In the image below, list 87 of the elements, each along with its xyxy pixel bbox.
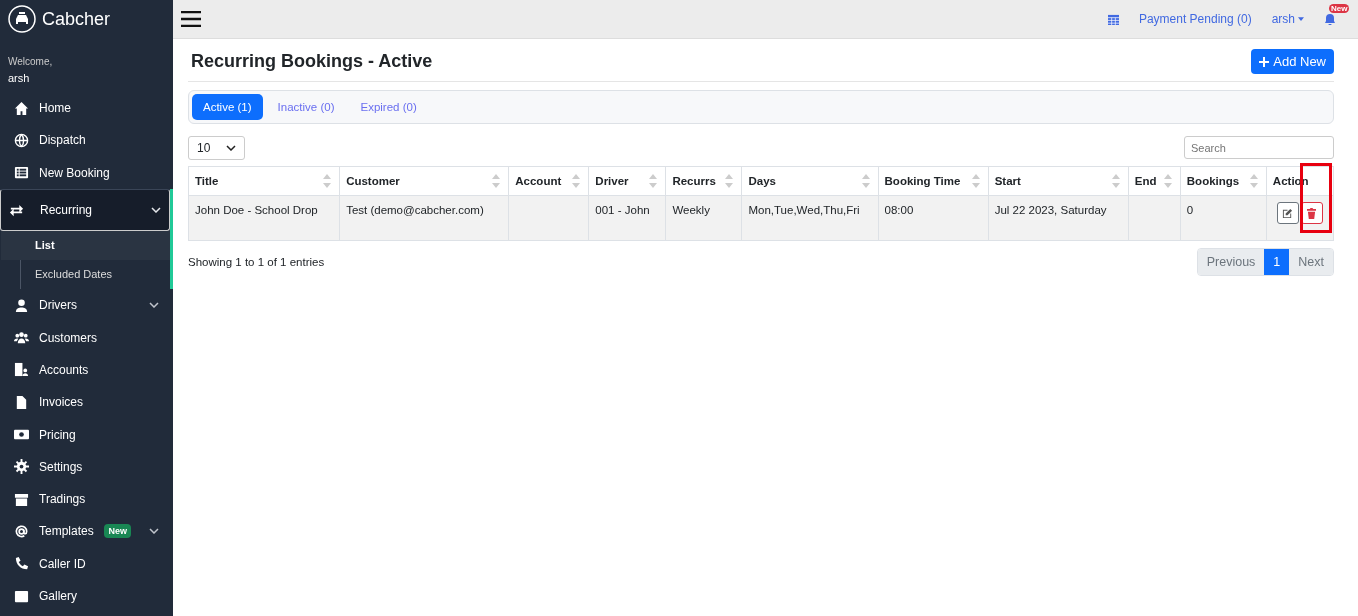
column-header[interactable]: Title <box>188 166 340 196</box>
sort-icon <box>1163 174 1172 188</box>
status-tab[interactable]: Expired (0) <box>349 94 428 120</box>
calendar-icon[interactable] <box>1107 13 1119 25</box>
column-header[interactable]: Start <box>988 166 1129 196</box>
sidebar-item[interactable]: Dispatch <box>0 124 173 157</box>
sort-icon <box>725 174 734 188</box>
next-button[interactable]: Next <box>1289 249 1333 275</box>
sort-icon <box>971 174 980 188</box>
table-cell: Weekly <box>665 195 742 241</box>
notification-badge: New <box>1329 4 1350 13</box>
taxi-logo-icon <box>8 5 36 33</box>
store-icon <box>14 491 29 507</box>
sort-icon <box>572 174 581 188</box>
user-icon <box>14 297 29 313</box>
sort-icon <box>1249 174 1258 188</box>
column-header[interactable]: Bookings <box>1180 166 1267 196</box>
sidebar-item[interactable]: Accounts <box>0 353 173 387</box>
table-cell: 0 <box>1180 195 1267 241</box>
submenu-item[interactable]: Excluded Dates <box>1 260 170 290</box>
status-tab[interactable]: Inactive (0) <box>266 94 346 120</box>
sidebar-item[interactable]: Caller ID <box>0 547 173 580</box>
sidebar-item[interactable]: Tradings <box>0 482 173 516</box>
sidebar-item[interactable]: Gallery <box>0 579 173 613</box>
money-icon <box>14 427 29 442</box>
welcome-text: Welcome, <box>8 56 54 67</box>
sidebar-item[interactable]: Drivers <box>0 289 173 322</box>
edit-button[interactable] <box>1276 202 1299 224</box>
repeat-icon <box>9 202 24 218</box>
user-menu[interactable]: arsh <box>1271 12 1304 26</box>
trash-icon <box>1307 207 1317 219</box>
image-icon <box>14 588 29 604</box>
brand-name[interactable]: Cabcher <box>42 8 111 30</box>
table-cell: Jul 22 2023, Saturday <box>988 195 1129 241</box>
page-size-select[interactable]: 10 <box>188 136 246 160</box>
list-icon <box>14 165 29 181</box>
column-header[interactable]: Customer <box>339 166 509 196</box>
at-icon <box>14 523 29 539</box>
table-cell: Mon,Tue,Wed,Thu,Fri <box>741 195 879 241</box>
users-icon <box>14 330 29 346</box>
page-button[interactable]: 1 <box>1264 249 1290 275</box>
building-icon <box>14 362 29 378</box>
add-new-button[interactable]: Add New <box>1251 49 1334 74</box>
column-header[interactable]: Days <box>741 166 879 196</box>
sidebar-item[interactable]: Templates New <box>0 515 173 548</box>
table-cell: John Doe - School Drop <box>188 195 340 241</box>
table-cell: 001 - John <box>588 195 666 241</box>
file-icon <box>14 394 29 410</box>
previous-button[interactable]: Previous <box>1197 249 1265 275</box>
sidebar-item[interactable]: Home <box>0 92 173 125</box>
sidebar-item[interactable]: Customers <box>0 321 173 354</box>
sidebar-item[interactable]: Recurring <box>0 188 170 232</box>
sidebar-item[interactable]: Invoices <box>0 386 173 419</box>
edit-icon <box>1282 207 1294 219</box>
search-field[interactable]: Search <box>1184 136 1334 159</box>
chevron-down-icon <box>226 145 237 151</box>
sort-icon <box>861 174 870 188</box>
caret-icon <box>1298 17 1304 21</box>
home-icon <box>14 100 29 116</box>
status-tab[interactable]: Active (1) <box>192 94 263 120</box>
table-cell: Test (demo@cabcher.com) <box>339 195 509 241</box>
menu-icon[interactable] <box>181 11 201 27</box>
plus-icon <box>1259 56 1270 67</box>
column-header[interactable]: Driver <box>588 166 666 196</box>
table-cell <box>1128 195 1181 241</box>
column-header[interactable]: Booking Time <box>878 166 989 196</box>
phone-icon <box>14 556 29 572</box>
sort-icon <box>323 174 332 188</box>
column-header[interactable]: End <box>1128 166 1181 196</box>
globe-icon <box>14 132 29 148</box>
sort-icon <box>1111 174 1120 188</box>
column-header[interactable]: Recurrs <box>665 166 742 196</box>
table-cell: 08:00 <box>878 195 989 241</box>
page-title: Recurring Bookings - Active <box>191 51 433 72</box>
entries-info: Showing 1 to 1 of 1 entries <box>188 256 325 268</box>
new-badge: New <box>104 524 131 539</box>
submenu-item[interactable]: List <box>1 231 170 261</box>
sidebar-item[interactable]: Pricing <box>0 418 173 451</box>
sort-icon <box>649 174 658 188</box>
sidebar-item[interactable]: Settings <box>0 450 173 483</box>
sort-icon <box>492 174 501 188</box>
sidebar-item[interactable]: New Booking <box>0 156 173 189</box>
gear-icon <box>14 459 29 475</box>
welcome-user: arsh <box>8 72 31 84</box>
payment-pending-link[interactable]: Payment Pending (0) <box>1138 12 1252 26</box>
bell-icon[interactable] <box>1324 13 1336 25</box>
column-header[interactable]: Account <box>508 166 589 196</box>
